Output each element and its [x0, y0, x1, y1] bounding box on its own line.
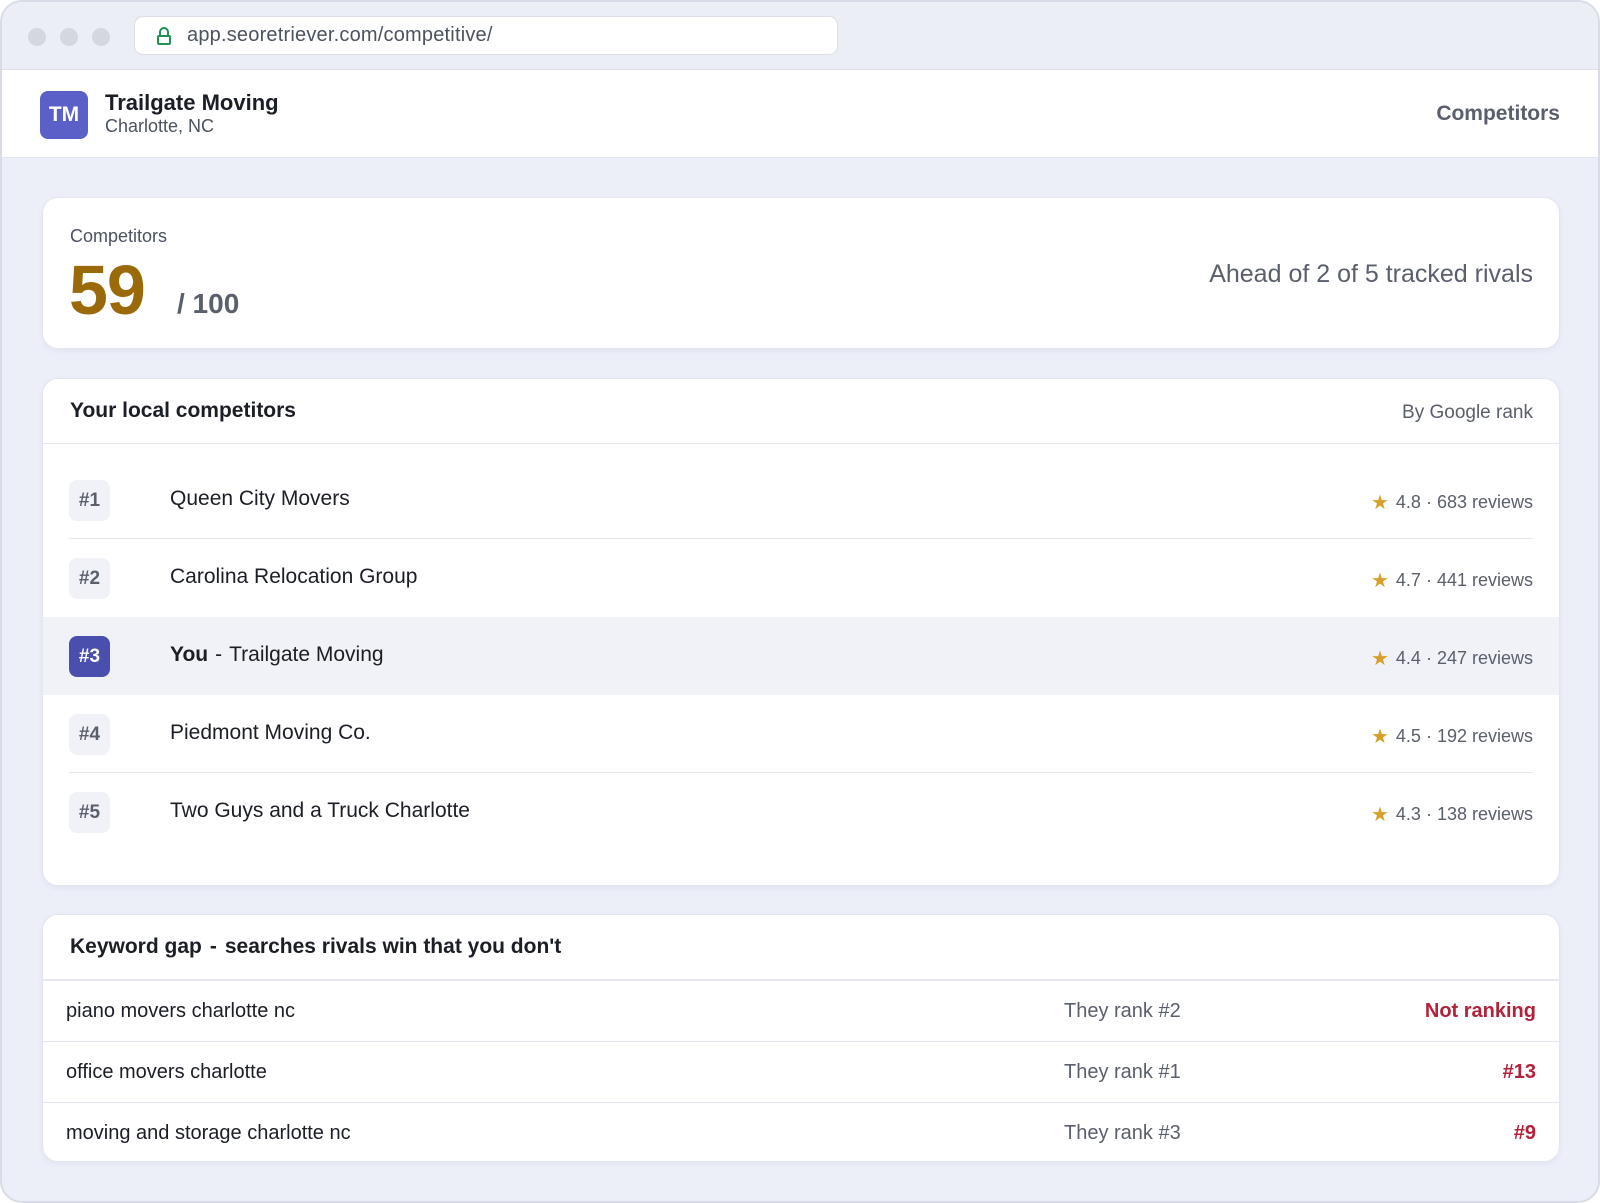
business-name: Trailgate Moving [105, 90, 279, 115]
rank-badge: #1 [69, 480, 110, 521]
competitor-rating: ★ 4.3 · 138 reviews [1370, 804, 1533, 826]
keyword-row[interactable]: moving and storage charlotte nc They ran… [43, 1102, 1559, 1161]
keyword-row[interactable]: office movers charlotte They rank #1 #13 [43, 1041, 1559, 1102]
keyword-gap-title: Keyword gap - searches rivals win that you… [70, 935, 562, 958]
competitor-row[interactable]: #2 Carolina Relocation Group ★ 4.7 · 441 … [43, 539, 1559, 617]
keyword-term: office movers charlotte [66, 1061, 267, 1083]
keyword-row[interactable]: piano movers charlotte nc They rank #2 N… [43, 980, 1559, 1041]
keyword-term: moving and storage charlotte nc [66, 1122, 351, 1144]
star-icon: ★ [1370, 726, 1389, 748]
competitor-row[interactable]: #1 Queen City Movers ★ 4.8 · 683 reviews [43, 461, 1559, 539]
rank-badge: #5 [69, 792, 110, 833]
rank-badge: #3 [69, 636, 110, 677]
star-icon: ★ [1370, 570, 1389, 592]
section-title: Competitors [1436, 102, 1560, 125]
window-close-dot[interactable] [28, 28, 46, 46]
competitor-row[interactable]: #5 Two Guys and a Truck Charlotte ★ 4.3 ·… [43, 773, 1559, 851]
window-maximize-dot[interactable] [92, 28, 110, 46]
score-max: / 100 [177, 288, 240, 319]
keyword-term: piano movers charlotte nc [66, 1000, 296, 1022]
business-location: Charlotte, NC [105, 116, 215, 136]
rank-badge: #2 [69, 558, 110, 599]
competitor-row[interactable]: #4 Piedmont Moving Co. ★ 4.5 · 192 review… [43, 695, 1559, 773]
your-rank: #9 [1513, 1122, 1536, 1144]
rival-rank: They rank #3 [1064, 1122, 1181, 1144]
competitor-name: Two Guys and a Truck Charlotte [170, 799, 470, 822]
your-rank: Not ranking [1424, 1000, 1536, 1022]
score-card: Competitors 59 / 100 Ahead of 2 of 5 tra… [42, 197, 1560, 349]
rank-badge: #4 [69, 714, 110, 755]
competitors-title: Your local competitors [70, 399, 296, 422]
rival-rank: They rank #2 [1064, 1000, 1181, 1022]
star-icon: ★ [1370, 492, 1389, 514]
score-label: Competitors [70, 226, 168, 246]
competitor-name: Queen City Movers [170, 487, 350, 510]
score-summary: Ahead of 2 of 5 tracked rivals [1209, 260, 1533, 288]
url-text: app.seoretriever.com/competitive/ [187, 24, 493, 46]
competitor-rating: ★ 4.7 · 441 reviews [1370, 570, 1533, 592]
keyword-gap-header: Keyword gap - searches rivals win that you… [43, 915, 1559, 980]
competitor-rating: ★ 4.5 · 192 reviews [1370, 726, 1533, 748]
sort-label: By Google rank [1402, 402, 1533, 423]
competitor-row-you[interactable]: #3 You - Trailgate Moving ★ 4.4 · 247 revie… [43, 617, 1559, 695]
keyword-gap-card: Keyword gap - searches rivals win that you… [42, 914, 1560, 1162]
browser-window: app.seoretriever.com/competitive/ TM Tra… [0, 0, 1600, 1203]
competitor-name: Piedmont Moving Co. [170, 721, 371, 744]
competitor-rating: ★ 4.4 · 247 reviews [1370, 648, 1533, 670]
rival-rank: They rank #1 [1064, 1061, 1181, 1083]
address-bar[interactable]: app.seoretriever.com/competitive/ [134, 16, 838, 55]
business-avatar: TM [40, 91, 88, 139]
lock-icon [157, 26, 171, 45]
window-minimize-dot[interactable] [60, 28, 78, 46]
competitors-card: Your local competitors By Google rank #1… [42, 378, 1560, 886]
star-icon: ★ [1370, 648, 1389, 670]
competitor-name: Carolina Relocation Group [170, 565, 418, 588]
you-tag: You [170, 643, 209, 666]
app-header: TM Trailgate Moving Charlotte, NC Compet… [2, 70, 1598, 158]
competitor-rating: ★ 4.8 · 683 reviews [1370, 492, 1533, 514]
your-rank: #13 [1502, 1061, 1536, 1083]
browser-chrome: app.seoretriever.com/competitive/ [2, 2, 1598, 70]
competitor-name: You - Trailgate Moving [170, 643, 384, 666]
star-icon: ★ [1370, 804, 1389, 826]
score-value: 59 [69, 251, 146, 329]
competitors-header: Your local competitors By Google rank [43, 379, 1559, 444]
